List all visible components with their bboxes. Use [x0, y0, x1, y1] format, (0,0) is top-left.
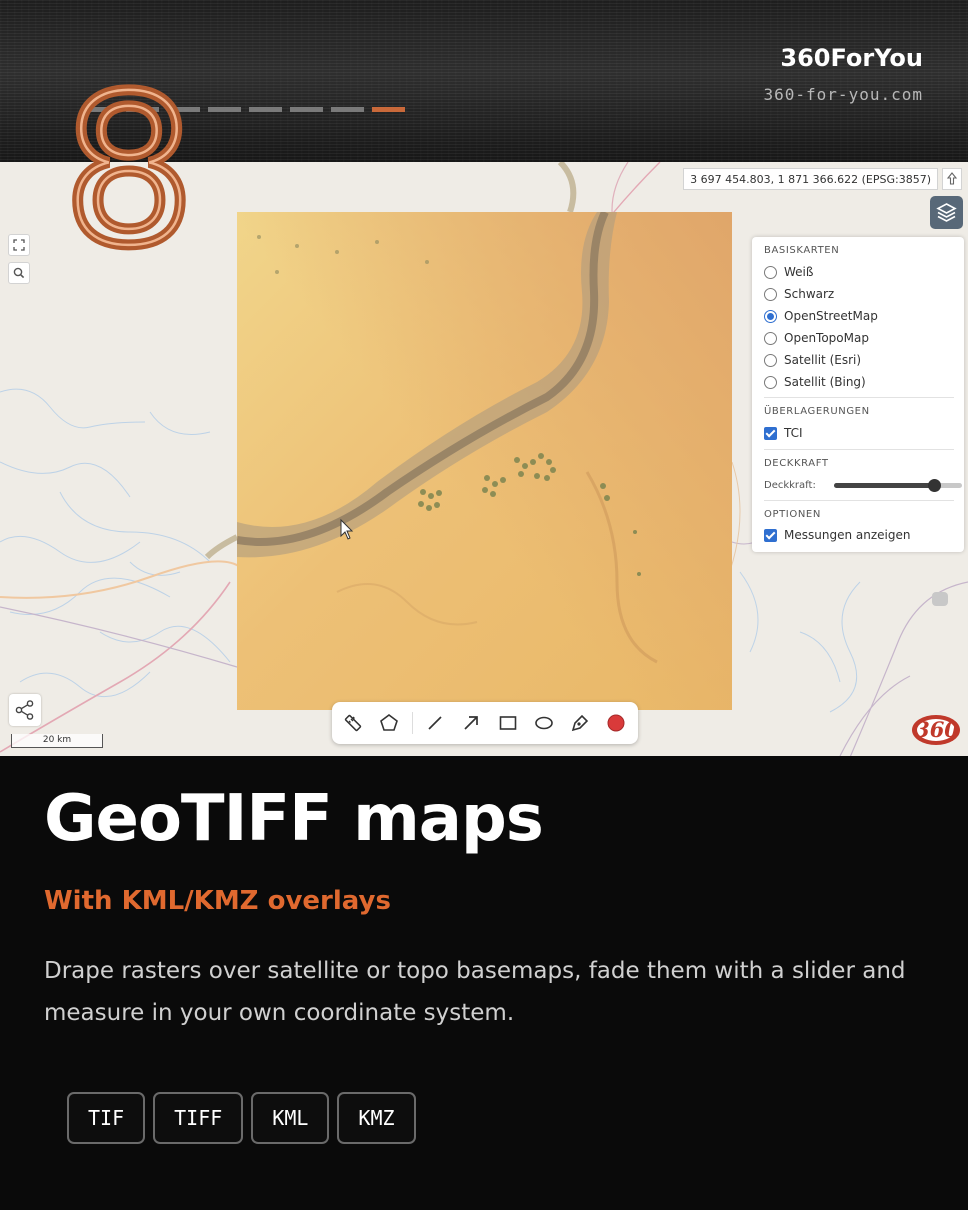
- brand-logo-360: 360: [912, 715, 960, 745]
- rectangle-icon[interactable]: [497, 712, 519, 734]
- opacity-label: Deckkraft:: [764, 479, 816, 491]
- basemap-option[interactable]: OpenStreetMap: [764, 308, 878, 324]
- fullscreen-button[interactable]: [8, 234, 30, 256]
- arrow-icon[interactable]: [460, 712, 482, 734]
- basemaps-section-title: BASISKARTEN: [764, 245, 840, 256]
- basemap-radio[interactable]: [764, 353, 777, 367]
- divider: [764, 397, 954, 398]
- opacity-slider-thumb[interactable]: [927, 479, 941, 492]
- scale-bar: 20 km: [11, 734, 103, 748]
- format-chips: TIF TIFF KML KMZ: [67, 1092, 416, 1144]
- search-button[interactable]: [8, 262, 30, 284]
- basemap-option-label: OpenStreetMap: [784, 309, 878, 323]
- toolbar-separator: [412, 712, 413, 734]
- opacity-section-title: DECKKRAFT: [764, 458, 829, 469]
- basemap-option[interactable]: Satellit (Esri): [764, 352, 861, 368]
- drawing-toolbar: [332, 702, 638, 744]
- brand-url: 360-for-you.com: [763, 85, 923, 104]
- coordinate-toggle-button[interactable]: [942, 168, 962, 190]
- opacity-slider[interactable]: [834, 479, 962, 492]
- slide-number: 8 8: [58, 50, 199, 260]
- layer-switcher-panel: BASISKARTEN Weiß Schwarz OpenStreetMap Open…: [752, 237, 964, 552]
- basemap-option-label: Satellit (Esri): [784, 353, 862, 367]
- basemap-radio[interactable]: [764, 309, 777, 323]
- coordinate-readout: 3 697 454.803, 1 871 366.622 (EPSG:3857): [683, 168, 938, 190]
- brand-name: 360ForYou: [780, 44, 923, 72]
- basemap-option[interactable]: Satellit (Bing): [764, 374, 866, 390]
- progress-segment: [208, 107, 241, 112]
- pen-icon[interactable]: [569, 712, 591, 734]
- basemap-option[interactable]: Schwarz: [764, 286, 834, 302]
- basemap-radio[interactable]: [764, 375, 777, 389]
- options-section-title: OPTIONEN: [764, 509, 821, 520]
- svg-text:360: 360: [915, 717, 959, 742]
- basemap-radio[interactable]: [764, 331, 777, 345]
- progress-segment: [372, 107, 405, 112]
- basemap-option-label: OpenTopoMap: [784, 331, 869, 345]
- basemap-option[interactable]: OpenTopoMap: [764, 330, 869, 346]
- feature-description: Drape rasters over satellite or topo bas…: [44, 958, 906, 1026]
- overlays-section-title: ÜBERLAGERUNGEN: [764, 406, 870, 417]
- search-icon: [13, 267, 25, 279]
- show-measurements-checkbox[interactable]: [764, 528, 777, 542]
- polygon-icon[interactable]: [378, 712, 400, 734]
- basemap-option-label: Satellit (Bing): [784, 375, 866, 389]
- basemap-option[interactable]: Weiß: [764, 264, 813, 280]
- layers-button[interactable]: [930, 196, 963, 229]
- format-chip-tif: TIF: [67, 1092, 146, 1144]
- progress-segment: [290, 107, 323, 112]
- share-button[interactable]: [9, 694, 41, 726]
- format-chip-kmz: KMZ: [337, 1092, 416, 1144]
- opacity-control: Deckkraft:: [764, 477, 962, 493]
- feature-subtitle: With KML/KMZ overlays: [44, 886, 391, 916]
- color-icon[interactable]: [605, 712, 627, 734]
- overlay-option-tci[interactable]: TCI: [764, 425, 803, 441]
- progress-segment: [331, 107, 364, 112]
- basemap-radio[interactable]: [764, 265, 777, 279]
- tci-raster-overlay: [237, 212, 732, 710]
- option-label: Messungen anzeigen: [784, 528, 911, 542]
- basemap-option-label: Schwarz: [784, 287, 835, 301]
- feature-title: GeoTIFF maps: [44, 782, 544, 856]
- divider: [764, 500, 954, 501]
- svg-text:8: 8: [64, 53, 194, 260]
- arrow-up-icon: [946, 172, 958, 185]
- format-chip-kml: KML: [251, 1092, 330, 1144]
- basemap-radio[interactable]: [764, 287, 777, 301]
- format-chip-tiff: TIFF: [153, 1092, 244, 1144]
- option-show-measurements[interactable]: Messungen anzeigen: [764, 527, 910, 543]
- ruler-icon[interactable]: [342, 712, 364, 734]
- divider: [764, 449, 954, 450]
- share-icon: [15, 700, 34, 720]
- progress-segment: [249, 107, 282, 112]
- line-icon[interactable]: [424, 712, 446, 734]
- overlay-option-label: TCI: [784, 426, 803, 440]
- layers-icon: [936, 203, 957, 222]
- fullscreen-icon: [13, 239, 25, 251]
- opacity-slider-fill: [834, 483, 934, 488]
- ellipse-icon[interactable]: [533, 712, 555, 734]
- basemap-option-label: Weiß: [784, 265, 814, 279]
- tci-checkbox[interactable]: [764, 426, 777, 440]
